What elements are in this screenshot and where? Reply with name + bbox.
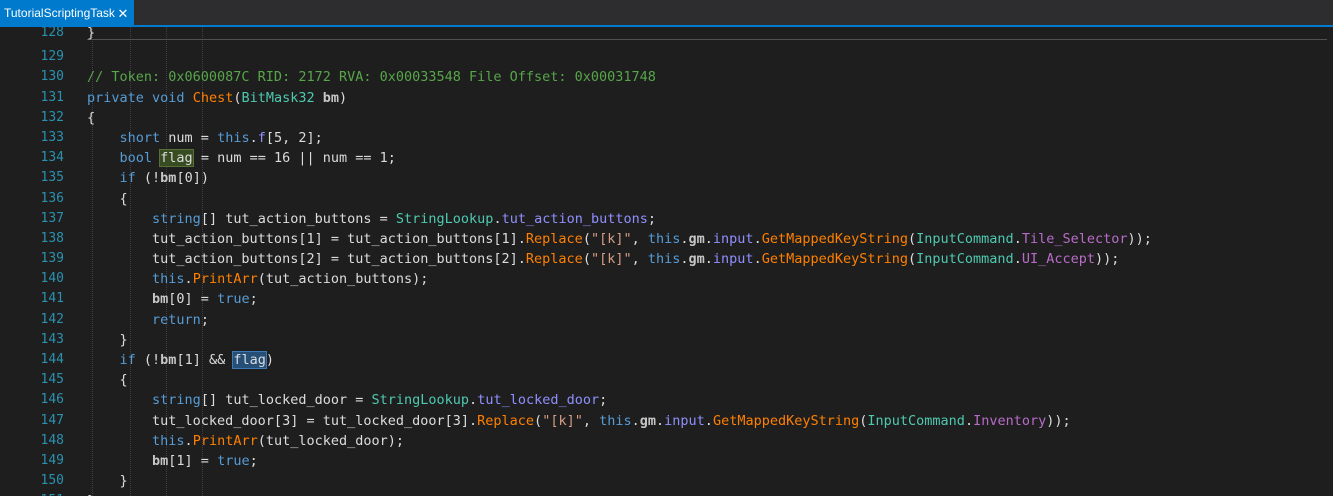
- code-comment: // Token: 0x0600087C RID: 2172 RVA: 0x00…: [87, 69, 656, 86]
- line-number: 147: [40, 412, 64, 428]
- line-number: 130: [40, 69, 64, 85]
- code-line: 146 string[] tut_locked_door = StringLoo…: [0, 390, 1333, 410]
- document-tab-title: TutorialScriptingTask: [4, 6, 115, 20]
- line-number: 146: [40, 392, 64, 408]
- code-line: 128 }: [0, 27, 1333, 47]
- code-line: 139 tut_action_buttons[2] = tut_action_b…: [0, 249, 1333, 269]
- code-line: 140 this.PrintArr(tut_action_buttons);: [0, 269, 1333, 289]
- code-line: 131 private void Chest(BitMask32 bm): [0, 88, 1333, 108]
- code-line: 147 tut_locked_door[3] = tut_locked_door…: [0, 411, 1333, 431]
- code-line: 134 bool flag = num == 16 || num == 1;: [0, 148, 1333, 168]
- code-text: bm[0] = true;: [152, 291, 258, 308]
- line-number: 151: [20, 491, 64, 496]
- code-text: tut_action_buttons[2] = tut_action_butto…: [87, 251, 1120, 268]
- code-line: 145 {: [0, 370, 1333, 390]
- line-number: 138: [40, 230, 64, 246]
- code-line: 142 return;: [0, 310, 1333, 330]
- line-number: 142: [40, 311, 64, 327]
- code-line: 136 {: [0, 189, 1333, 209]
- line-number: 131: [40, 89, 64, 105]
- code-line: 132 {: [0, 108, 1333, 128]
- code-line: 130 // Token: 0x0600087C RID: 2172 RVA: …: [0, 67, 1333, 87]
- code-line: 135 if (!bm[0]): [0, 168, 1333, 188]
- line-number: 140: [40, 271, 64, 287]
- code-text: tut_locked_door[3] = tut_locked_door[3].…: [87, 412, 1071, 429]
- code-text: this.PrintArr(tut_action_buttons);: [152, 271, 429, 288]
- line-number: 139: [40, 251, 64, 267]
- code-text: if (!bm[0]): [119, 170, 209, 187]
- line-number: 144: [40, 352, 64, 367]
- vertical-scrollbar[interactable]: [1327, 27, 1333, 496]
- code-line: 141 bm[0] = true;: [0, 289, 1333, 309]
- line-number: 134: [40, 150, 64, 166]
- line-number: 150: [40, 473, 64, 489]
- code-text: if (!bm[1] && flag): [119, 351, 274, 369]
- code-text: tut_action_buttons[1] = tut_action_butto…: [87, 230, 1152, 247]
- code-line: 151 }: [0, 491, 1333, 496]
- code-text: {: [87, 372, 128, 389]
- line-number: 137: [40, 210, 64, 226]
- code-text: private void Chest(BitMask32 bm): [87, 89, 348, 106]
- line-number: 141: [40, 291, 64, 307]
- code-lines: 128 } 129 130 // Token: 0x0600087C RID: …: [0, 27, 1333, 496]
- code-line: 143 }: [0, 330, 1333, 350]
- code-text: short num = this.f[5, 2];: [119, 129, 323, 146]
- document-tab[interactable]: TutorialScriptingTask ✕: [0, 0, 134, 27]
- code-line: 133 short num = this.f[5, 2];: [0, 128, 1333, 148]
- code-text: bm[1] = true;: [152, 452, 258, 469]
- line-number: 129: [40, 49, 64, 65]
- code-text: {: [87, 109, 96, 126]
- close-icon[interactable]: ✕: [116, 0, 130, 27]
- line-number: 149: [40, 452, 64, 468]
- code-line: 138 tut_action_buttons[1] = tut_action_b…: [0, 229, 1333, 249]
- code-line: 144 if (!bm[1] && flag): [0, 350, 1333, 370]
- code-text: this.PrintArr(tut_locked_door);: [152, 432, 405, 449]
- line-number: 128: [40, 27, 64, 40]
- code-line: 137 string[] tut_action_buttons = String…: [0, 209, 1333, 229]
- code-text: }: [87, 27, 96, 41]
- code-text: }: [87, 473, 128, 490]
- code-text: }: [87, 331, 128, 348]
- line-number: 132: [40, 109, 64, 125]
- code-line: 149 bm[1] = true;: [0, 451, 1333, 471]
- code-text: return;: [152, 311, 209, 328]
- line-number: 133: [40, 129, 64, 145]
- document-tab-bar: TutorialScriptingTask ✕: [0, 0, 1333, 27]
- line-number: 143: [40, 331, 64, 347]
- line-number: 136: [40, 190, 64, 206]
- code-text: string[] tut_locked_door = StringLookup.…: [152, 392, 608, 409]
- line-number: 145: [40, 372, 64, 388]
- line-number: 135: [40, 170, 64, 186]
- line-number: 148: [40, 432, 64, 448]
- code-line: 129: [0, 47, 1333, 67]
- code-line: 148 this.PrintArr(tut_locked_door);: [0, 431, 1333, 451]
- code-text: bool flag = num == 16 || num == 1;: [119, 149, 396, 168]
- code-text: {: [87, 190, 128, 207]
- code-text: }: [87, 491, 95, 496]
- code-editor[interactable]: 128 } 129 130 // Token: 0x0600087C RID: …: [0, 27, 1333, 496]
- code-text: string[] tut_action_buttons = StringLook…: [152, 210, 657, 227]
- code-line: 150 }: [0, 471, 1333, 491]
